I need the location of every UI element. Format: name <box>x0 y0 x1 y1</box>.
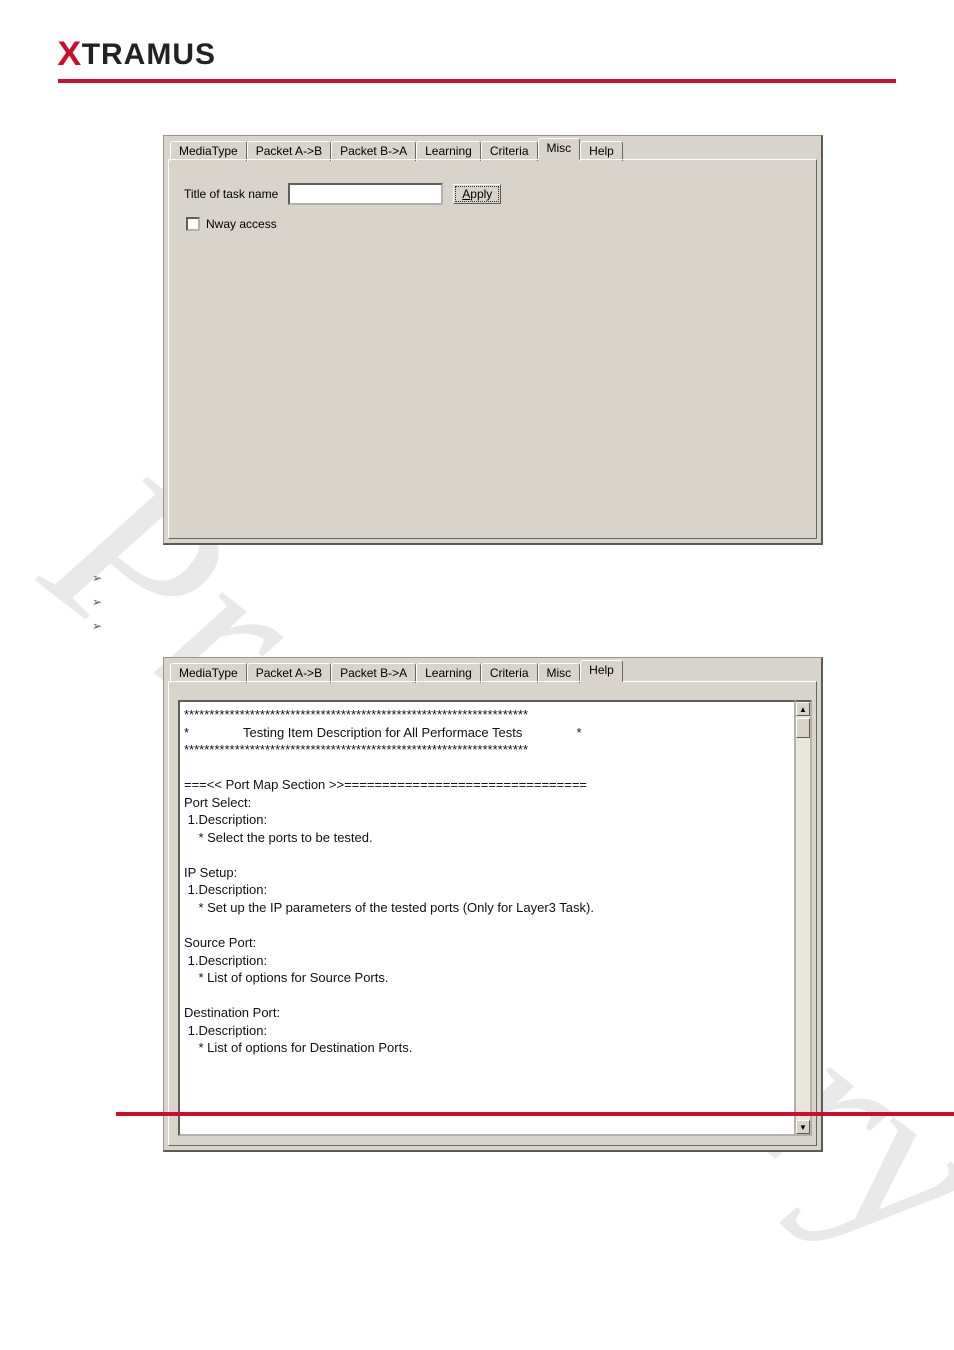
nway-label: Nway access <box>206 217 277 231</box>
help-pre-text: ****************************************… <box>180 702 794 1061</box>
tab-bar-1: MediaType Packet A->B Packet B->A Learni… <box>164 138 821 160</box>
tab-learning-2[interactable]: Learning <box>416 663 481 683</box>
bullet-icon: ➢ <box>92 619 102 633</box>
tab-learning[interactable]: Learning <box>416 141 481 161</box>
brand-logo: XTRAMUS <box>58 34 896 73</box>
footer-rule <box>116 1112 954 1116</box>
task-title-label: Title of task name <box>184 187 278 201</box>
config-dialog-help: MediaType Packet A->B Packet B->A Learni… <box>163 657 823 1152</box>
bullet-list: ➢ ➢ ➢ <box>92 571 896 633</box>
tab-bar-2: MediaType Packet A->B Packet B->A Learni… <box>164 660 821 682</box>
tab-criteria[interactable]: Criteria <box>481 141 538 161</box>
tab-packet-ba-2[interactable]: Packet B->A <box>331 663 416 683</box>
scroll-thumb[interactable] <box>796 718 810 738</box>
tab-help[interactable]: Help <box>580 141 623 161</box>
tab-misc[interactable]: Misc <box>538 138 581 160</box>
nway-access-checkbox[interactable]: Nway access <box>186 217 801 231</box>
help-scrollbar[interactable]: ▲ ▼ <box>796 700 812 1136</box>
tab-help-2[interactable]: Help <box>580 660 623 682</box>
checkbox-box-icon <box>186 217 200 231</box>
bullet-1: ➢ <box>92 571 896 585</box>
bullet-3: ➢ <box>92 619 896 633</box>
tab-criteria-2[interactable]: Criteria <box>481 663 538 683</box>
apply-button[interactable]: Apply <box>453 184 501 204</box>
config-dialog-misc: MediaType Packet A->B Packet B->A Learni… <box>163 135 823 545</box>
bullet-icon: ➢ <box>92 571 102 585</box>
bullet-icon: ➢ <box>92 595 102 609</box>
misc-pane: Title of task name Apply Nway access <box>168 159 817 539</box>
tab-packet-ba[interactable]: Packet B->A <box>331 141 416 161</box>
tab-packet-ab-2[interactable]: Packet A->B <box>247 663 331 683</box>
bullet-2: ➢ <box>92 595 896 609</box>
tab-mediatype[interactable]: MediaType <box>170 141 247 161</box>
tab-mediatype-2[interactable]: MediaType <box>170 663 247 683</box>
scroll-down-button[interactable]: ▼ <box>796 1120 810 1134</box>
task-title-input[interactable] <box>288 183 443 205</box>
tab-misc-2[interactable]: Misc <box>538 663 581 683</box>
help-text-area[interactable]: ****************************************… <box>178 700 796 1136</box>
brand-text: TRAMUS <box>82 38 216 71</box>
header-rule <box>58 79 896 83</box>
scroll-up-button[interactable]: ▲ <box>796 702 810 716</box>
apply-rest: pply <box>470 187 492 201</box>
tab-packet-ab[interactable]: Packet A->B <box>247 141 331 161</box>
